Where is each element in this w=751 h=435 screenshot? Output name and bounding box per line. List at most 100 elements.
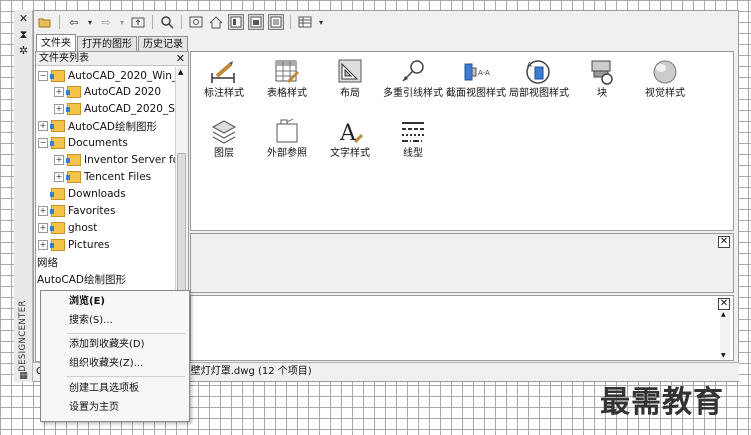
load-icon[interactable] [37, 14, 53, 30]
tree-item[interactable]: + Pictures [38, 237, 110, 253]
up-icon[interactable] [130, 14, 146, 30]
menu-item-create-tool-palette[interactable]: 创建工具选项板 [41, 380, 189, 398]
content-item-text-style[interactable]: A 文字样式 [319, 118, 381, 160]
watermark: 最需教育 [600, 385, 724, 420]
folder-icon [50, 222, 65, 234]
menu-item-add-favorites[interactable]: 添加到收藏夹(D) [41, 336, 189, 354]
toolbar-divider [181, 15, 182, 29]
content-item-detail-view-style[interactable]: A 局部视图样式 [508, 58, 570, 100]
menu-item-browse[interactable]: 浏览(E) [41, 293, 189, 311]
folder-icon [66, 103, 81, 115]
expand-icon[interactable]: + [54, 172, 64, 182]
tree-item[interactable]: 网络 [37, 254, 58, 270]
expand-icon[interactable]: + [38, 206, 48, 216]
tab-folders[interactable]: 文件夹 [36, 34, 76, 52]
close-icon[interactable]: ✕ [718, 298, 730, 310]
back-dropdown-icon[interactable]: ▾ [86, 14, 94, 30]
scroll-up-icon[interactable]: ▲ [721, 311, 726, 318]
folder-icon [66, 86, 81, 98]
home-icon[interactable] [208, 14, 224, 30]
section-view-style-icon: A-A [461, 58, 491, 86]
views-icon[interactable] [297, 14, 313, 30]
menu-separator [67, 376, 185, 377]
views-dropdown-icon[interactable]: ▾ [317, 14, 325, 30]
tree-item[interactable]: + AutoCAD 2020 [54, 84, 161, 100]
preview-toggle-icon[interactable] [248, 14, 264, 30]
grid-icon[interactable]: ▦ [17, 370, 30, 383]
search-icon[interactable] [159, 14, 175, 30]
tree-item[interactable]: + ghost [38, 220, 97, 236]
content-item-linetype[interactable]: 线型 [382, 118, 444, 160]
designcenter-title: DESIGNCENTER [18, 300, 28, 372]
detail-view-style-icon: A [524, 58, 554, 86]
svg-text:A: A [527, 61, 532, 69]
properties-icon[interactable]: ✲ [17, 44, 30, 57]
tree-item[interactable]: + AutoCAD绘制图形 [38, 118, 157, 134]
folder-list-header: 文件夹列表 ✕ [36, 52, 188, 66]
linetype-icon [398, 118, 428, 146]
menu-item-organize-favorites[interactable]: 组织收藏夹(Z)... [41, 355, 189, 373]
content-item-layer[interactable]: 图层 [193, 118, 255, 160]
collapse-icon[interactable]: − [38, 71, 48, 81]
tree-item[interactable]: + Tencent Files [54, 169, 151, 185]
content-item-table-style[interactable]: 表格样式 [256, 58, 318, 100]
description-toggle-icon[interactable] [268, 14, 284, 30]
designcenter-side-strip: ✕ ⧗ ✲ DESIGNCENTER ▦ [14, 10, 33, 382]
visual-style-icon [650, 58, 680, 86]
tab-open-drawings[interactable]: 打开的图形 [77, 36, 137, 52]
close-icon[interactable]: ✕ [718, 236, 730, 248]
folder-icon [50, 137, 65, 149]
xref-icon [272, 118, 302, 146]
description-scrollbar[interactable]: ▲ ▼ [720, 311, 730, 359]
expand-icon[interactable]: + [54, 87, 64, 97]
menu-item-set-home[interactable]: 设置为主页 [41, 399, 189, 417]
toolbar: ⇦ ▾ ⇨ ▾ ▾ [37, 12, 325, 32]
table-style-icon [272, 58, 302, 86]
description-pane: ✕ ▲ ▼ [190, 295, 734, 361]
tree-view-toggle-icon[interactable] [228, 14, 244, 30]
tree-item[interactable]: + AutoCAD_2020_Sim [54, 101, 188, 117]
multileader-style-icon [398, 58, 428, 86]
expand-icon[interactable]: + [54, 155, 64, 165]
content-item-section-view-style[interactable]: A-A 截面视图样式 [445, 58, 507, 100]
expand-icon[interactable]: + [54, 104, 64, 114]
expand-icon[interactable]: + [38, 240, 48, 250]
tab-bar: 文件夹 打开的图形 历史记录 [36, 34, 189, 52]
content-item-multileader-style[interactable]: 多重引线样式 [382, 58, 444, 100]
forward-dropdown-icon[interactable]: ▾ [118, 14, 126, 30]
tree-item[interactable]: +Downloads [38, 186, 126, 202]
tree-item[interactable]: AutoCAD绘制图形 [37, 271, 126, 287]
content-item-xref[interactable]: 外部参照 [256, 118, 318, 160]
folder-icon [50, 239, 65, 251]
content-item-dimension-style[interactable]: 标注样式 [193, 58, 255, 100]
back-icon[interactable]: ⇦ [66, 14, 82, 30]
tree-item[interactable]: + Favorites [38, 203, 115, 219]
toolbar-divider [59, 15, 60, 29]
forward-icon[interactable]: ⇨ [98, 14, 114, 30]
tab-history[interactable]: 历史记录 [138, 36, 188, 52]
content-item-block[interactable]: 块 [571, 58, 633, 100]
folder-list-title: 文件夹列表 [39, 53, 89, 64]
folder-icon [50, 70, 65, 82]
tree-item[interactable]: + Inventor Server for [54, 152, 183, 168]
autohide-icon[interactable]: ⧗ [17, 28, 30, 41]
scroll-down-icon[interactable]: ▼ [721, 352, 726, 359]
expand-icon[interactable]: + [38, 223, 48, 233]
preview-pane: ✕ [190, 233, 734, 293]
folder-icon [50, 205, 65, 217]
content-item-visual-style[interactable]: 视觉样式 [634, 58, 696, 100]
expand-icon[interactable]: + [38, 121, 48, 131]
toolbar-divider [152, 15, 153, 29]
svg-text:A: A [339, 121, 357, 146]
content-area: 标注样式 表格样式 布局 多重引线样式 A-A 截面视图样式 A 局部视图样式 [190, 51, 734, 231]
scroll-up-icon[interactable]: ▲ [178, 68, 183, 76]
collapse-icon[interactable]: − [38, 138, 48, 148]
content-item-layout[interactable]: 布局 [319, 58, 381, 100]
favorites-icon[interactable] [188, 14, 204, 30]
close-icon[interactable]: ✕ [176, 52, 185, 66]
menu-item-search[interactable]: 搜索(S)... [41, 312, 189, 330]
dimension-style-icon [209, 58, 239, 86]
tree-item[interactable]: − Documents [38, 135, 128, 151]
tree-item[interactable]: − AutoCAD_2020_Win_64 [38, 68, 188, 84]
close-icon[interactable]: ✕ [17, 12, 30, 25]
